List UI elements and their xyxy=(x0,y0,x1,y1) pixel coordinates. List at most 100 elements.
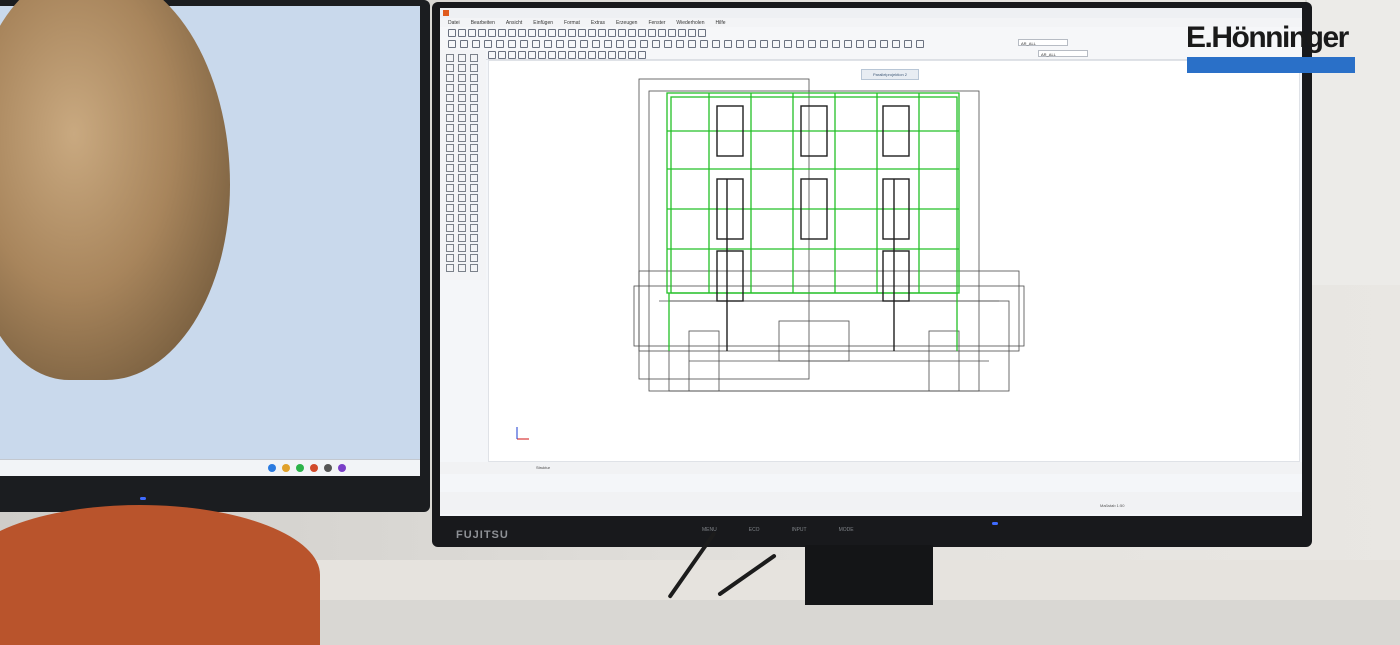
monitor-button-label[interactable]: ECO xyxy=(749,527,760,539)
toolbar-tool-icon[interactable] xyxy=(868,40,876,48)
toolbar-tool-icon[interactable] xyxy=(548,51,556,59)
toolbar-tool-icon[interactable] xyxy=(772,40,780,48)
palette-tool-icon[interactable] xyxy=(446,194,454,202)
toolbar-tool-icon[interactable] xyxy=(538,51,546,59)
toolbar-tool-icon[interactable] xyxy=(592,40,600,48)
palette-tool-icon[interactable] xyxy=(446,74,454,82)
palette-tool-icon[interactable] xyxy=(470,134,478,142)
palette-tool-icon[interactable] xyxy=(458,234,466,242)
toolbar-tool-icon[interactable] xyxy=(568,40,576,48)
toolbar-tool-icon[interactable] xyxy=(638,51,646,59)
menu-item[interactable]: Hilfe xyxy=(715,20,725,26)
toolbar-tool-icon[interactable] xyxy=(796,40,804,48)
palette-tool-icon[interactable] xyxy=(446,204,454,212)
toolbar-tool-icon[interactable] xyxy=(616,40,624,48)
palette-tool-icon[interactable] xyxy=(470,94,478,102)
toolbar-tool-icon[interactable] xyxy=(558,51,566,59)
toolbar-tool-icon[interactable] xyxy=(700,40,708,48)
toolbar-tool-icon[interactable] xyxy=(598,51,606,59)
palette-tool-icon[interactable] xyxy=(446,244,454,252)
toolbar-tool-icon[interactable] xyxy=(698,29,706,37)
toolbar-tool-icon[interactable] xyxy=(628,51,636,59)
toolbar-tool-icon[interactable] xyxy=(488,51,496,59)
monitor-button-label[interactable]: INPUT xyxy=(792,527,807,539)
taskbar-app-icon[interactable] xyxy=(324,464,332,472)
palette-tool-icon[interactable] xyxy=(446,84,454,92)
palette-tool-icon[interactable] xyxy=(458,104,466,112)
menu-item[interactable]: Datei xyxy=(448,20,460,26)
toolbar-tool-icon[interactable] xyxy=(598,29,606,37)
taskbar-app-icon[interactable] xyxy=(310,464,318,472)
palette-tool-icon[interactable] xyxy=(458,164,466,172)
menu-item[interactable]: Wiederholen xyxy=(676,20,704,26)
toolbar-tool-icon[interactable] xyxy=(658,29,666,37)
palette-tool-icon[interactable] xyxy=(446,184,454,192)
menu-item[interactable]: Einfügen xyxy=(533,20,553,26)
palette-tool-icon[interactable] xyxy=(458,244,466,252)
palette-tool-icon[interactable] xyxy=(458,144,466,152)
toolbar-tool-icon[interactable] xyxy=(724,40,732,48)
palette-tool-icon[interactable] xyxy=(458,204,466,212)
taskbar-app-icon[interactable] xyxy=(338,464,346,472)
toolbar-tool-icon[interactable] xyxy=(904,40,912,48)
toolbar-tool-icon[interactable] xyxy=(608,29,616,37)
palette-tool-icon[interactable] xyxy=(458,264,466,272)
taskbar-app-icon[interactable] xyxy=(296,464,304,472)
palette-tool-icon[interactable] xyxy=(446,164,454,172)
toolbar-tool-icon[interactable] xyxy=(588,29,596,37)
menu-item[interactable]: Bearbeiten xyxy=(471,20,495,26)
toolbar-tool-icon[interactable] xyxy=(458,29,466,37)
toolbar-tool-icon[interactable] xyxy=(588,51,596,59)
toolbar-tool-icon[interactable] xyxy=(498,51,506,59)
palette-tool-icon[interactable] xyxy=(470,164,478,172)
palette-tool-icon[interactable] xyxy=(458,214,466,222)
palette-tool-icon[interactable] xyxy=(458,184,466,192)
cad-drawing-area[interactable]: Parallelprojektion 2 xyxy=(488,60,1300,462)
palette-tool-icon[interactable] xyxy=(470,244,478,252)
palette-tool-icon[interactable] xyxy=(458,74,466,82)
toolbar-tool-icon[interactable] xyxy=(618,29,626,37)
taskbar-app-icon[interactable] xyxy=(268,464,276,472)
palette-tool-icon[interactable] xyxy=(470,74,478,82)
toolbar-tool-icon[interactable] xyxy=(498,29,506,37)
toolbar-tool-icon[interactable] xyxy=(664,40,672,48)
toolbar-tool-icon[interactable] xyxy=(544,40,552,48)
toolbar-tool-icon[interactable] xyxy=(508,29,516,37)
palette-tool-icon[interactable] xyxy=(470,194,478,202)
palette-tool-icon[interactable] xyxy=(446,114,454,122)
toolbar-tool-icon[interactable] xyxy=(880,40,888,48)
toolbar-tool-icon[interactable] xyxy=(688,29,696,37)
toolbar-tool-icon[interactable] xyxy=(520,40,528,48)
toolbar-tool-icon[interactable] xyxy=(892,40,900,48)
palette-tool-icon[interactable] xyxy=(446,254,454,262)
palette-tool-icon[interactable] xyxy=(458,154,466,162)
palette-tool-icon[interactable] xyxy=(470,264,478,272)
toolbar-tool-icon[interactable] xyxy=(608,51,616,59)
toolbar-tool-icon[interactable] xyxy=(578,51,586,59)
palette-tool-icon[interactable] xyxy=(470,214,478,222)
palette-tool-icon[interactable] xyxy=(446,64,454,72)
toolbar-tool-icon[interactable] xyxy=(496,40,504,48)
toolbar-tool-icon[interactable] xyxy=(578,29,586,37)
toolbar-tool-icon[interactable] xyxy=(538,29,546,37)
palette-tool-icon[interactable] xyxy=(458,254,466,262)
toolbar-tool-icon[interactable] xyxy=(648,29,656,37)
palette-tool-icon[interactable] xyxy=(458,54,466,62)
layer-select-1[interactable]: AR_ALL xyxy=(1018,39,1068,46)
toolbar-tool-icon[interactable] xyxy=(556,40,564,48)
palette-tool-icon[interactable] xyxy=(446,174,454,182)
palette-tool-icon[interactable] xyxy=(458,134,466,142)
toolbar-tool-icon[interactable] xyxy=(508,40,516,48)
palette-tool-icon[interactable] xyxy=(458,114,466,122)
palette-tool-icon[interactable] xyxy=(446,234,454,242)
toolbar-tool-icon[interactable] xyxy=(638,29,646,37)
palette-tool-icon[interactable] xyxy=(470,254,478,262)
palette-tool-icon[interactable] xyxy=(458,94,466,102)
palette-tool-icon[interactable] xyxy=(446,104,454,112)
palette-tool-icon[interactable] xyxy=(458,174,466,182)
toolbar-tool-icon[interactable] xyxy=(676,40,684,48)
toolbar-tool-icon[interactable] xyxy=(678,29,686,37)
toolbar-tool-icon[interactable] xyxy=(760,40,768,48)
palette-tool-icon[interactable] xyxy=(446,154,454,162)
palette-tool-icon[interactable] xyxy=(470,224,478,232)
